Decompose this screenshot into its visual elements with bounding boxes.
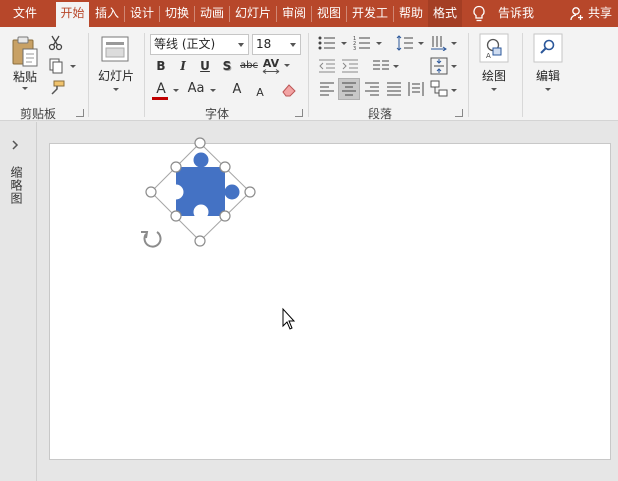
text-direction-icon[interactable] (430, 35, 448, 51)
tab-insert[interactable]: 插入 (91, 0, 123, 27)
tab-design[interactable]: 设计 (126, 0, 158, 27)
shrink-font-button[interactable]: A (252, 84, 268, 102)
columns-icon[interactable] (372, 58, 390, 74)
increase-indent-icon[interactable] (341, 58, 359, 74)
tab-developer[interactable]: 开发工 (348, 0, 392, 27)
thumbnail-pane: 缩略图 (0, 122, 37, 481)
align-left-icon[interactable] (319, 81, 335, 97)
drawing-button[interactable]: 绘图 (476, 67, 512, 84)
clear-formatting-icon[interactable] (280, 82, 298, 98)
tab-slideshow[interactable]: 幻灯片 (231, 0, 275, 27)
bullets-icon[interactable] (318, 35, 336, 51)
tell-me-search[interactable]: 告诉我 (498, 0, 534, 27)
svg-text:3: 3 (353, 46, 356, 51)
group-clipboard-label: 剪贴板 (19, 107, 56, 121)
align-center-icon[interactable] (341, 81, 357, 97)
spacing-arrow-icon (262, 69, 280, 74)
bold-button[interactable]: B (153, 57, 169, 75)
tab-format[interactable]: 格式 (428, 0, 462, 27)
thumbnail-pane-label: 缩略图 (9, 166, 23, 205)
tab-animations[interactable]: 动画 (196, 0, 228, 27)
smartart-icon[interactable] (430, 80, 448, 98)
new-slide-button[interactable]: 幻灯片 (94, 67, 138, 84)
editing-button[interactable]: 编辑 (530, 67, 566, 84)
copy-icon[interactable] (48, 58, 64, 74)
expand-chevron-icon[interactable] (10, 140, 20, 150)
font-size-combo[interactable]: 18 (252, 34, 301, 55)
distributed-icon[interactable] (408, 81, 424, 97)
paragraph-dialog-launcher[interactable] (455, 109, 463, 117)
svg-text:A: A (486, 52, 491, 60)
group-font-label: 字体 (204, 107, 229, 121)
tab-file[interactable]: 文件 (0, 0, 50, 27)
ribbon-home: 粘贴 剪贴板 幻灯片 等线 (正文) 18 B I U S abc AV A A… (0, 27, 618, 121)
group-paragraph-label: 段落 (367, 107, 392, 121)
line-spacing-icon[interactable] (396, 35, 414, 51)
cut-scissors-icon[interactable] (48, 35, 64, 51)
slide-canvas[interactable] (49, 143, 611, 460)
font-color-button[interactable]: A (153, 80, 169, 98)
strikethrough-button[interactable]: abc (238, 57, 260, 75)
justify-icon[interactable] (386, 81, 402, 97)
share-person-icon[interactable] (570, 6, 584, 21)
align-text-icon[interactable] (430, 57, 448, 75)
font-color-bar (152, 97, 168, 100)
decrease-indent-icon[interactable] (318, 58, 336, 74)
grow-font-button[interactable]: A (229, 81, 245, 99)
font-name-combo[interactable]: 等线 (正文) (150, 34, 249, 55)
italic-button[interactable]: I (175, 57, 191, 75)
shadow-button[interactable]: S (219, 57, 235, 75)
drawing-shapes-icon[interactable]: A (479, 33, 509, 63)
share-button[interactable]: 共享 (588, 0, 612, 27)
tab-transitions[interactable]: 切换 (161, 0, 193, 27)
change-case-button[interactable]: Aa (185, 80, 207, 98)
paste-icon[interactable] (10, 35, 40, 69)
clipboard-dialog-launcher[interactable] (76, 109, 84, 117)
numbering-icon[interactable]: 123 (353, 35, 371, 51)
format-painter-icon[interactable] (48, 80, 66, 96)
new-slide-icon[interactable] (101, 35, 129, 63)
tab-view[interactable]: 视图 (313, 0, 345, 27)
underline-button[interactable]: U (197, 57, 213, 75)
tab-help[interactable]: 帮助 (395, 0, 427, 27)
font-dialog-launcher[interactable] (295, 109, 303, 117)
find-magnifier-icon[interactable] (533, 33, 563, 63)
tab-home[interactable]: 开始 (56, 2, 89, 27)
tab-review[interactable]: 审阅 (278, 0, 310, 27)
lightbulb-icon[interactable] (472, 5, 486, 23)
ribbon-tab-bar: 文件 开始 插入 设计 切换 动画 幻灯片 审阅 视图 开发工 帮助 格式 告诉… (0, 0, 618, 27)
paste-button[interactable]: 粘贴 (9, 68, 41, 85)
align-right-icon[interactable] (364, 81, 380, 97)
